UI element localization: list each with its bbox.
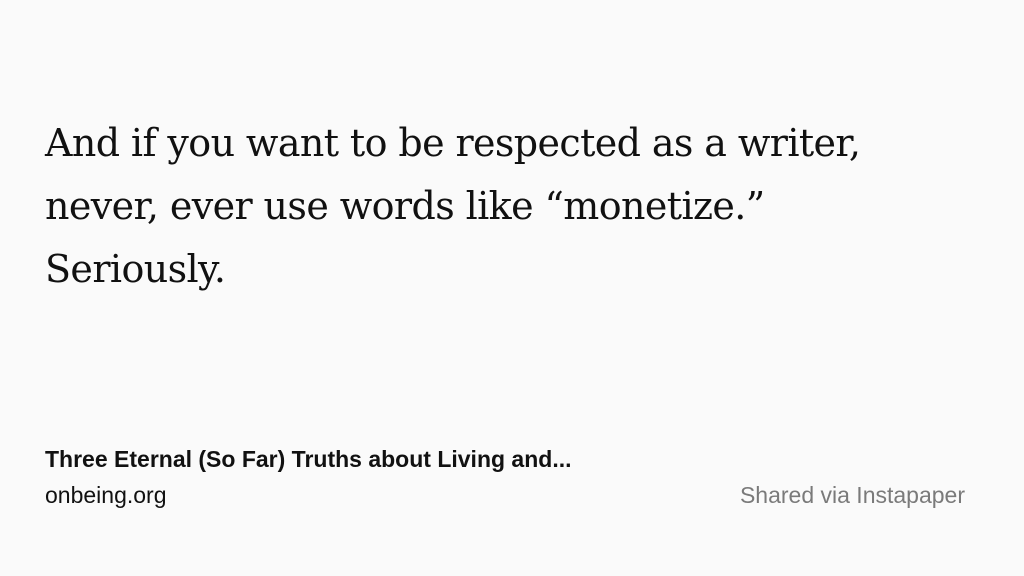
quote-line-2: never, ever use words like “monetize.” — [45, 184, 765, 228]
quote-card: And if you want to be respected as a wri… — [0, 0, 1024, 576]
shared-via-label: Shared via Instapaper — [739, 482, 965, 508]
article-title: Three Eternal (So Far) Truths about Livi… — [45, 446, 572, 472]
source-domain: onbeing.org — [45, 482, 167, 508]
quote-line-1: And if you want to be respected as a wri… — [45, 121, 861, 165]
quote-line-3: Seriously. — [45, 247, 226, 291]
highlight-quote: And if you want to be respected as a wri… — [45, 112, 945, 301]
